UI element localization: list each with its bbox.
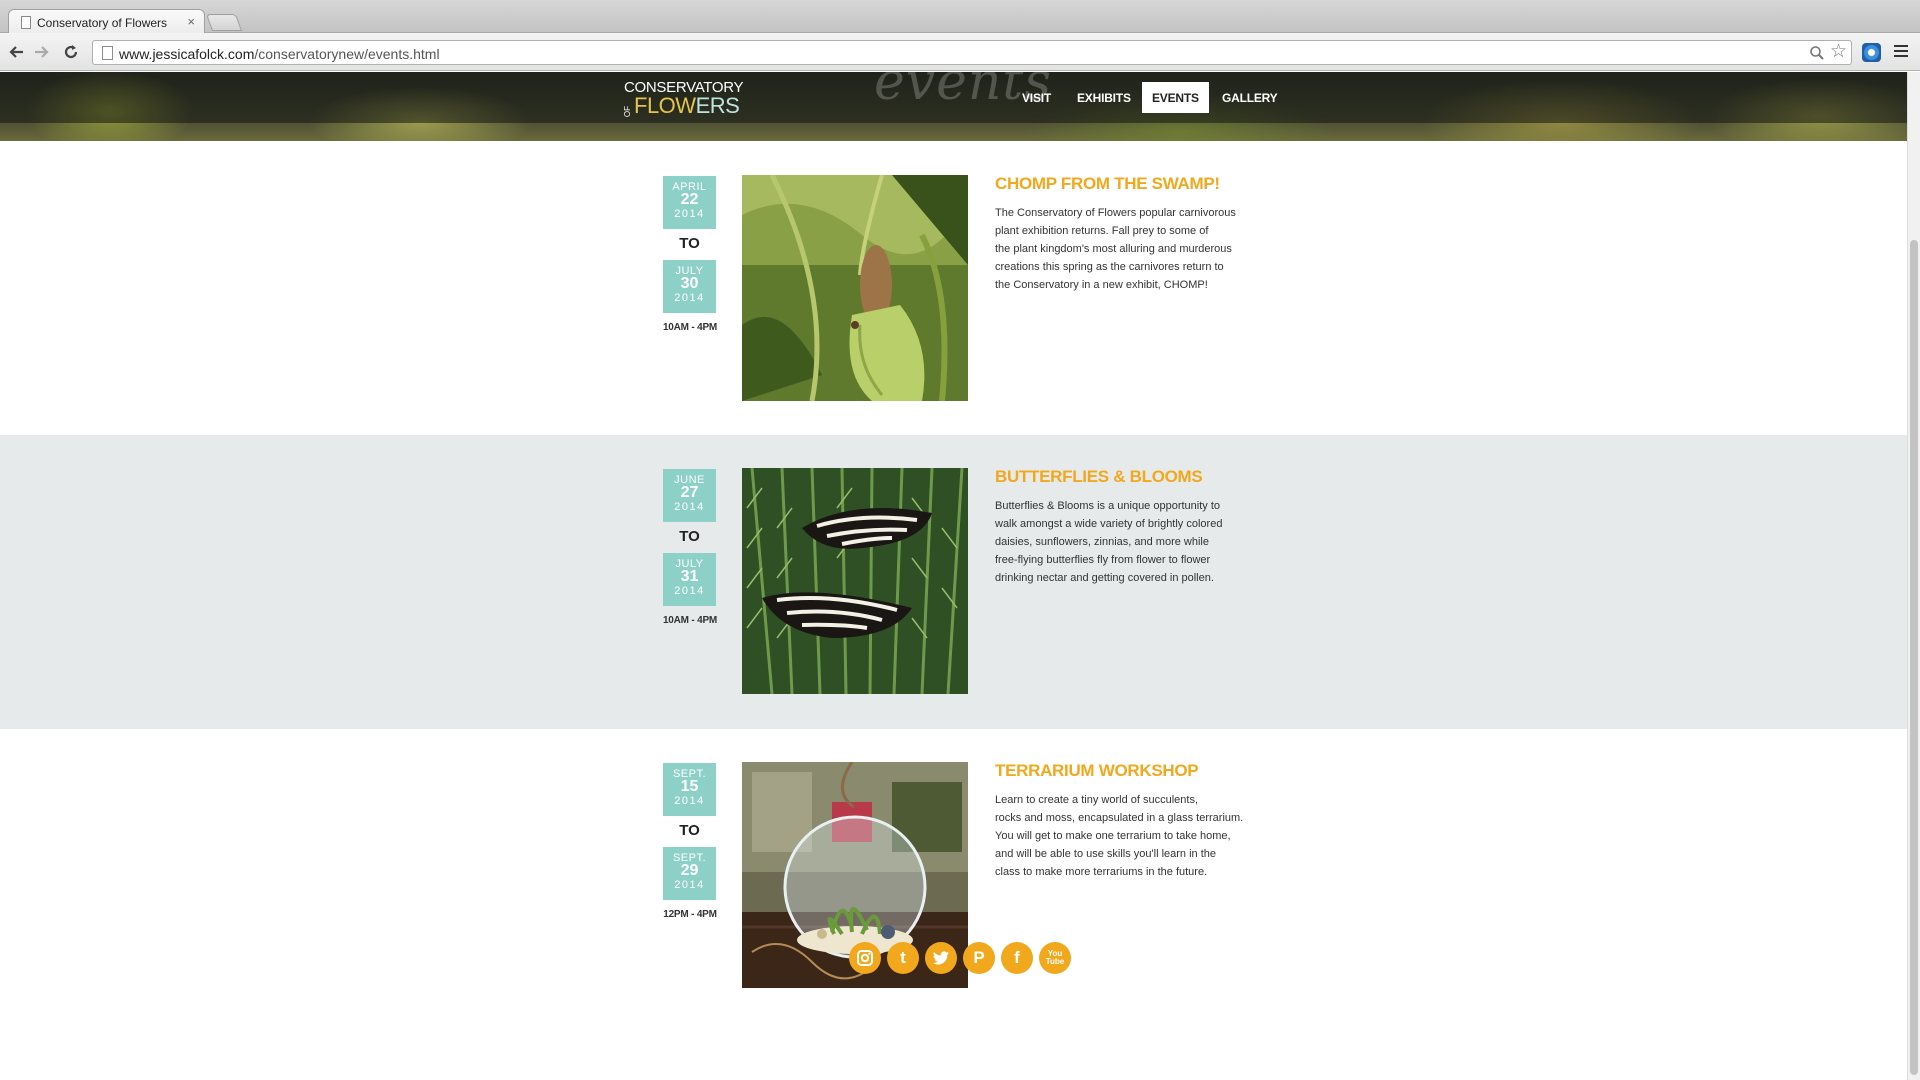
butterflies-photo [742, 468, 968, 694]
desc-line: Learn to create a tiny world of succulen… [995, 794, 1198, 806]
forward-arrow-icon [35, 46, 49, 58]
youtube-icon[interactable]: You Tube [1039, 942, 1071, 974]
start-year: 2014 [674, 208, 705, 220]
browser-tab[interactable]: Conservatory of Flowers × [8, 9, 205, 34]
url-text: www.jessicafolck.com/conservatorynew/eve… [119, 46, 440, 62]
event-hours: 10AM - 4PM [662, 322, 718, 333]
start-year: 2014 [674, 795, 705, 807]
extension-icon[interactable] [1862, 43, 1881, 62]
address-bar[interactable]: www.jessicafolck.com/conservatorynew/eve… [92, 40, 1852, 65]
page-info-icon[interactable] [102, 46, 113, 60]
desc-line: daisies, sunflowers, zinnias, and more w… [995, 536, 1209, 548]
nav-exhibits[interactable]: EXHIBITS [1067, 82, 1141, 113]
desc-line: drinking nectar and getting covered in p… [995, 572, 1214, 584]
desc-line: walk amongst a wide variety of brightly … [995, 518, 1223, 530]
desc-line: You will get to make one terrarium to ta… [995, 830, 1231, 842]
event-description: The Conservatory of Flowers popular carn… [995, 204, 1255, 294]
browser-toolbar: www.jessicafolck.com/conservatorynew/eve… [0, 33, 1920, 71]
logo-flow: FLOW [634, 93, 696, 118]
nav-events[interactable]: EVENTS [1142, 82, 1209, 113]
desc-line: The Conservatory of Flowers popular carn… [995, 207, 1236, 219]
tab-strip: Conservatory of Flowers × [0, 0, 1920, 34]
start-date-badge: JUNE 27 2014 [663, 469, 716, 522]
site-logo[interactable]: CONSERVATORY OF FLOWERS [623, 80, 744, 118]
pinterest-icon[interactable]: P [963, 942, 995, 974]
twitter-icon[interactable] [925, 942, 957, 974]
event-title[interactable]: BUTTERFLIES & BLOOMS [995, 467, 1203, 487]
end-date-badge: SEPT. 29 2014 [663, 847, 716, 900]
desc-line: Butterflies & Blooms is a unique opportu… [995, 500, 1221, 512]
page-scrollbar[interactable] [1907, 72, 1920, 1080]
new-tab-button[interactable] [205, 14, 243, 31]
back-arrow-icon [9, 46, 23, 58]
start-day: 15 [680, 778, 699, 795]
desc-line: class to make more terrariums in the fut… [995, 866, 1208, 878]
page-icon [21, 16, 31, 29]
instagram-icon[interactable] [849, 942, 881, 974]
desc-line: creations this spring as the carnivores … [995, 261, 1224, 273]
start-date-badge: SEPT. 15 2014 [663, 763, 716, 816]
end-day: 31 [680, 568, 699, 585]
tab-title: Conservatory of Flowers [37, 16, 168, 30]
logo-of: OF [623, 105, 632, 117]
end-day: 30 [680, 275, 699, 292]
event-title[interactable]: CHOMP FROM THE SWAMP! [995, 174, 1220, 194]
desc-line: the Conservatory in a new exhibit, CHOMP… [995, 279, 1208, 291]
start-day: 27 [680, 484, 699, 501]
desc-line: rocks and moss, encapsulated in a glass … [995, 812, 1244, 824]
event-description: Learn to create a tiny world of succulen… [995, 791, 1255, 881]
event-description: Butterflies & Blooms is a unique opportu… [995, 497, 1255, 587]
date-to-label: TO [679, 528, 700, 545]
desc-line: free-flying butterflies fly from flower … [995, 554, 1211, 566]
date-to-label: TO [679, 822, 700, 839]
tumblr-icon[interactable]: t [887, 942, 919, 974]
start-date-badge: APRIL 22 2014 [663, 176, 716, 229]
end-date-badge: JULY 30 2014 [663, 260, 716, 313]
url-domain: www.jessicafolck.com [119, 46, 255, 62]
bookmark-star-icon[interactable]: ☆ [1830, 42, 1847, 62]
logo-flowers: FLOWERS [634, 93, 740, 118]
reload-button[interactable] [60, 41, 82, 63]
header-banner: events CONSERVATORY OF FLOWERS VISIT EXH… [0, 72, 1907, 141]
desc-line: plant exhibition returns. Fall prey to s… [995, 225, 1209, 237]
event-title[interactable]: TERRARIUM WORKSHOP [995, 761, 1199, 781]
forward-button[interactable] [30, 41, 52, 63]
end-day: 29 [680, 862, 699, 879]
browser-menu-icon[interactable] [1894, 45, 1908, 59]
end-year: 2014 [674, 585, 705, 597]
pitcher-plant-photo [742, 175, 968, 401]
facebook-icon[interactable]: f [1001, 942, 1033, 974]
end-year: 2014 [674, 879, 705, 891]
end-year: 2014 [674, 292, 705, 304]
close-tab-icon[interactable]: × [187, 14, 195, 29]
start-day: 22 [680, 191, 699, 208]
zoom-icon[interactable] [1809, 45, 1825, 61]
start-year: 2014 [674, 501, 705, 513]
desc-line: and will be able to use skills you'll le… [995, 848, 1216, 860]
nav-gallery[interactable]: GALLERY [1212, 82, 1288, 113]
desc-line: the plant kingdom's most alluring and mu… [995, 243, 1232, 255]
scrollbar-thumb[interactable] [1910, 240, 1918, 1075]
logo-ers: ERS [695, 93, 740, 118]
end-date-badge: JULY 31 2014 [663, 553, 716, 606]
nav-visit[interactable]: VISIT [1012, 82, 1061, 113]
event-hours: 10AM - 4PM [662, 615, 718, 626]
reload-icon [64, 45, 78, 59]
back-button[interactable] [6, 41, 28, 63]
url-path: /conservatorynew/events.html [254, 46, 440, 62]
date-to-label: TO [679, 235, 700, 252]
event-hours: 12PM - 4PM [663, 909, 717, 920]
page-viewport: events CONSERVATORY OF FLOWERS VISIT EXH… [0, 72, 1907, 1080]
